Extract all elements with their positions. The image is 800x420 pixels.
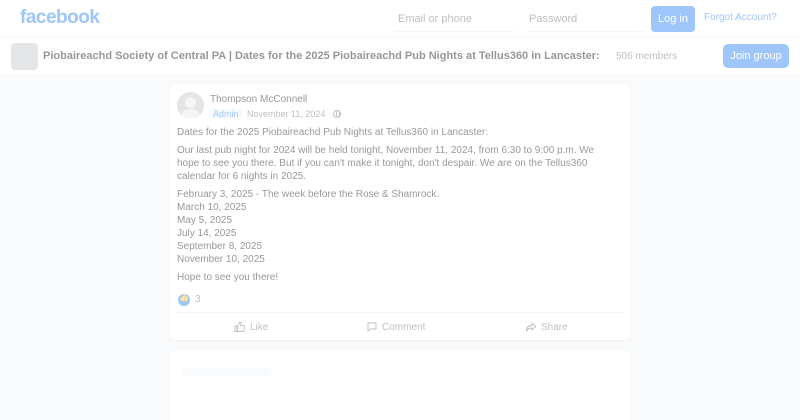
facebook-logo[interactable]: facebook	[20, 7, 100, 29]
comment-icon	[367, 322, 377, 332]
globe-icon	[333, 110, 341, 118]
date-item: July 14, 2025	[177, 228, 237, 239]
post-text: Dates for the 2025 Piobaireachd Pub Nigh…	[177, 126, 617, 289]
join-group-button[interactable]: Join group	[723, 44, 789, 68]
share-label: Share	[541, 321, 568, 333]
post-intro: Dates for the 2025 Piobaireachd Pub Nigh…	[177, 127, 489, 138]
avatar-head-shape	[185, 97, 196, 108]
author-avatar[interactable]	[177, 92, 204, 119]
group-title[interactable]: Piobaireachd Society of Central PA | Dat…	[43, 50, 600, 62]
post-card: Thompson McConnell Admin November 11, 20…	[170, 84, 630, 340]
date-list: February 3, 2025 - The week before the R…	[177, 188, 617, 266]
post-closing: Hope to see you there!	[177, 272, 279, 283]
like-button[interactable]: Like	[234, 318, 268, 336]
avatar-body-shape	[181, 109, 200, 119]
next-post-card	[170, 350, 630, 420]
forgot-account-link[interactable]: Forgot Account?	[704, 12, 777, 23]
comment-label: Comment	[382, 321, 426, 333]
post-paragraph: Our last pub night for 2024 will be held…	[177, 145, 595, 182]
date-item: September 8, 2025	[177, 241, 263, 252]
login-button[interactable]: Log in	[651, 6, 695, 32]
loading-placeholder	[182, 368, 272, 376]
share-icon	[526, 322, 536, 332]
group-member-count: 506 members	[616, 51, 678, 62]
author-name[interactable]: Thompson McConnell	[210, 94, 307, 105]
like-reaction-icon	[178, 293, 190, 306]
share-button[interactable]: Share	[525, 318, 568, 336]
reaction-count[interactable]: 3	[195, 294, 201, 305]
password-field[interactable]	[527, 6, 645, 32]
date-item: March 10, 2025	[177, 202, 247, 213]
top-navigation-bar: facebook Log in Forgot Account?	[0, 0, 800, 36]
comment-button[interactable]: Comment	[366, 318, 425, 336]
post-timestamp[interactable]: November 11, 2024	[247, 109, 325, 119]
date-item: May 5, 2025	[177, 215, 233, 226]
thumbs-up-icon	[234, 321, 246, 332]
action-divider	[177, 312, 623, 313]
like-label: Like	[250, 321, 269, 333]
date-item: November 10, 2025	[177, 254, 265, 265]
group-avatar[interactable]	[11, 43, 38, 70]
admin-badge: Admin	[210, 109, 242, 119]
group-header-bar: Piobaireachd Society of Central PA | Dat…	[0, 38, 800, 74]
email-field[interactable]	[396, 6, 514, 32]
date-item: February 3, 2025 - The week before the R…	[177, 189, 440, 200]
